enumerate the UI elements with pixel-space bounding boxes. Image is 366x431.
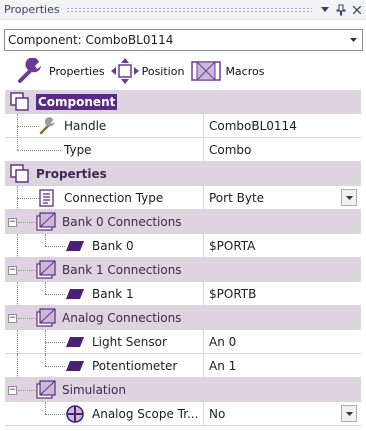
properties-category-header[interactable]: Properties xyxy=(5,162,361,186)
close-icon[interactable] xyxy=(350,3,364,17)
property-value-light-sensor[interactable]: An 0 xyxy=(203,330,361,353)
folder-stack-icon xyxy=(35,379,57,400)
property-value-analog-scope[interactable]: No xyxy=(203,402,361,425)
collapse-toggle[interactable]: − xyxy=(8,218,17,227)
component-selector-value: Component: ComboBL0114 xyxy=(8,33,174,47)
property-name-connection-type: Connection Type xyxy=(64,190,164,205)
connection-type-selected: Port Byte xyxy=(209,190,265,205)
folder-stack-icon xyxy=(35,211,57,232)
tab-properties-label: Properties xyxy=(49,64,105,78)
property-value-bank1[interactable]: $PORTB xyxy=(203,282,361,305)
tab-position-label: Position xyxy=(141,64,185,78)
panel-title: Properties xyxy=(4,3,60,16)
chevron-down-icon[interactable] xyxy=(318,3,332,17)
pin-connector-icon xyxy=(65,240,85,252)
property-row-analog-scope[interactable]: Analog Scope Tr... No xyxy=(5,402,361,426)
property-row-connection-type[interactable]: Connection Type Port Byte xyxy=(5,186,361,210)
pin-connector-icon xyxy=(65,360,85,372)
pin-connector-icon xyxy=(65,336,85,348)
property-row-bank1[interactable]: Bank 1 $PORTB xyxy=(5,282,361,306)
section-label-bank0: Bank 0 Connections xyxy=(62,214,182,229)
pin-connector-icon xyxy=(65,288,85,300)
property-row-light-sensor[interactable]: Light Sensor An 0 xyxy=(5,330,361,354)
section-label-simulation: Simulation xyxy=(62,382,126,397)
simulation-section[interactable]: − Simulation xyxy=(5,378,361,402)
component-header-label: Component xyxy=(36,93,118,110)
property-name-bank0: Bank 0 xyxy=(92,238,134,253)
copy-stack-icon xyxy=(10,91,30,112)
chevron-down-icon[interactable] xyxy=(344,30,362,50)
copy-stack-icon xyxy=(10,163,30,184)
component-selector[interactable]: Component: ComboBL0114 xyxy=(4,29,363,51)
bank0-connections-section[interactable]: − Bank 0 Connections xyxy=(5,210,361,234)
collapse-toggle[interactable]: − xyxy=(8,314,17,323)
tab-properties[interactable]: Properties xyxy=(16,58,105,84)
property-name-light-sensor: Light Sensor xyxy=(92,334,167,349)
wrench-icon xyxy=(39,116,57,135)
property-value-bank0[interactable]: $PORTA xyxy=(203,234,361,257)
chevron-down-icon[interactable] xyxy=(341,405,357,422)
property-row-type[interactable]: Type Combo xyxy=(5,126,361,162)
property-row-potentiometer[interactable]: Potentiometer An 1 xyxy=(5,354,361,378)
property-value-potentiometer[interactable]: An 1 xyxy=(203,354,361,377)
property-name-handle: Handle xyxy=(64,118,107,133)
crosshair-icon xyxy=(65,404,85,424)
move-arrows-icon xyxy=(110,58,139,84)
bank1-connections-section[interactable]: − Bank 1 Connections xyxy=(5,258,361,282)
properties-header-label: Properties xyxy=(36,166,107,181)
view-tabs: Properties Position Macros xyxy=(16,56,270,86)
property-row-bank0[interactable]: Bank 0 $PORTA xyxy=(5,234,361,258)
collapse-toggle[interactable]: − xyxy=(8,266,17,275)
property-name-potentiometer: Potentiometer xyxy=(92,358,178,373)
component-category-header[interactable]: Component xyxy=(5,90,361,114)
property-row-handle[interactable]: Handle ComboBL0114 xyxy=(5,114,361,138)
property-value-type: Combo xyxy=(203,138,361,161)
pin-icon[interactable] xyxy=(334,3,348,17)
document-list-icon xyxy=(39,188,55,207)
folder-stack-icon xyxy=(35,259,57,280)
chevron-down-icon[interactable] xyxy=(341,189,357,206)
macro-icon xyxy=(190,58,222,84)
section-label-bank1: Bank 1 Connections xyxy=(62,262,182,277)
analog-scope-selected: No xyxy=(209,406,226,421)
tab-position[interactable]: Position xyxy=(110,58,185,84)
property-name-bank1: Bank 1 xyxy=(92,286,134,301)
property-name-type: Type xyxy=(64,142,92,157)
property-value-connection-type[interactable]: Port Byte xyxy=(203,186,361,209)
titlebar-grip[interactable] xyxy=(65,7,312,12)
property-name-analog-scope: Analog Scope Tr... xyxy=(92,406,199,421)
tab-macros[interactable]: Macros xyxy=(190,58,264,84)
tab-macros-label: Macros xyxy=(225,64,265,78)
analog-connections-section[interactable]: − Analog Connections xyxy=(5,306,361,330)
collapse-toggle[interactable]: − xyxy=(8,386,17,395)
property-value-handle[interactable]: ComboBL0114 xyxy=(203,114,361,137)
section-label-analog: Analog Connections xyxy=(62,310,182,325)
wrench-icon xyxy=(16,58,46,84)
property-grid: Component Handle ComboBL0114 Type Combo … xyxy=(5,90,361,426)
panel-titlebar: Properties xyxy=(0,0,366,20)
folder-stack-icon xyxy=(35,307,57,328)
